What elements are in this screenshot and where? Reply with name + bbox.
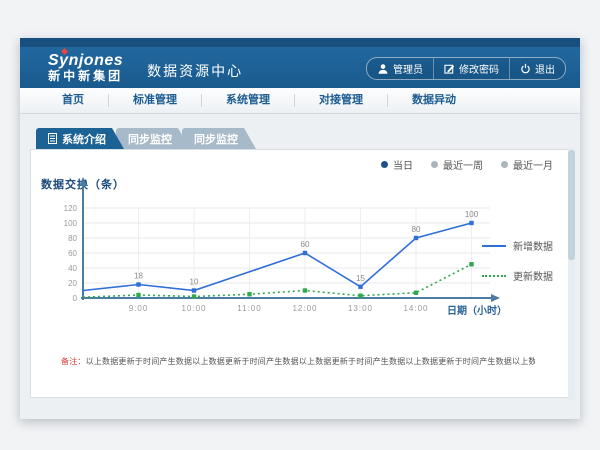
tab-system-intro[interactable]: 系统介绍 <box>36 128 124 149</box>
svg-text:18: 18 <box>134 272 143 281</box>
svg-text:12:00: 12:00 <box>292 304 317 313</box>
footer-note: 备注：以上数据更新于时间产生数据以上数据更新于时间产生数据以上数据更新于时间产生… <box>61 356 535 367</box>
brand-logo: Synjones 新中新集团 <box>48 53 123 82</box>
tab-sync-monitor-2[interactable]: 同步监控 <box>182 128 256 149</box>
admin-user-label: 管理员 <box>393 61 423 76</box>
change-password-button[interactable]: 修改密码 <box>434 58 510 79</box>
svg-text:20: 20 <box>68 279 77 288</box>
tab-bar: 系统介绍 同步监控 同步监控 <box>36 128 570 149</box>
svg-text:13:00: 13:00 <box>348 304 373 313</box>
brand-subtitle: 新中新集团 <box>48 70 123 83</box>
user-toolbar: 管理员 修改密码 退出 <box>366 57 566 80</box>
legend-updated-data-label: 更新数据 <box>513 268 553 283</box>
app-header: Synjones 新中新集团 数据资源中心 管理员 修改 <box>20 47 580 88</box>
svg-text:60: 60 <box>301 240 310 249</box>
logout-button[interactable]: 退出 <box>510 58 565 79</box>
chart-panel: 当日 最近一周 最近一月 数据交换（条） 0204060801001209:00… <box>30 149 570 398</box>
main-nav-bar: 首页 标准管理 系统管理 对接管理 数据异动 <box>20 88 580 114</box>
logout-label: 退出 <box>535 61 555 76</box>
svg-text:9:00: 9:00 <box>129 304 149 313</box>
user-icon <box>377 63 389 75</box>
nav-item-home[interactable]: 首页 <box>38 94 109 107</box>
nav-item-data-change[interactable]: 数据异动 <box>388 94 480 107</box>
svg-text:10:00: 10:00 <box>181 304 206 313</box>
legend-entry-new-data: 新增数据 <box>482 238 553 253</box>
tab-sync-monitor-1[interactable]: 同步监控 <box>116 128 190 149</box>
svg-text:日期（小时）: 日期（小时） <box>447 304 507 317</box>
legend-new-data-label: 新增数据 <box>513 238 553 253</box>
legend-entry-updated-data: 更新数据 <box>482 268 553 283</box>
svg-text:14:00: 14:00 <box>403 304 428 313</box>
solid-line-swatch-icon <box>482 245 506 247</box>
svg-text:60: 60 <box>68 249 77 258</box>
radio-dot-selected-icon <box>381 161 388 168</box>
change-password-label: 修改密码 <box>459 61 499 76</box>
footer-note-text: 以上数据更新于时间产生数据以上数据更新于时间产生数据以上数据更新于时间产生数据以… <box>86 357 535 366</box>
dotted-line-swatch-icon <box>482 275 506 277</box>
svg-text:80: 80 <box>412 225 421 234</box>
svg-text:80: 80 <box>68 234 77 243</box>
content-area: 系统介绍 同步监控 同步监控 当日 最近一周 <box>20 114 580 419</box>
chart-legend: 新增数据 更新数据 <box>482 238 553 283</box>
svg-text:40: 40 <box>68 264 77 273</box>
admin-user-button[interactable]: 管理员 <box>367 58 434 79</box>
svg-text:11:00: 11:00 <box>237 304 261 313</box>
svg-text:100: 100 <box>465 210 479 219</box>
svg-text:100: 100 <box>64 219 78 228</box>
power-icon <box>520 63 531 74</box>
svg-text:10: 10 <box>190 278 199 287</box>
tab-system-intro-label: 系统介绍 <box>62 131 106 147</box>
svg-text:0: 0 <box>73 294 78 303</box>
tab-sync-monitor-1-label: 同步监控 <box>128 131 172 147</box>
tab-sync-monitor-2-label: 同步监控 <box>194 131 238 147</box>
scrollbar[interactable] <box>568 148 575 400</box>
svg-text:120: 120 <box>64 204 78 213</box>
svg-text:15: 15 <box>356 274 365 283</box>
document-icon <box>48 133 57 144</box>
line-chart: 0 20 40 60 80 100 120 9:00 10:00 11:00 12:00 13:00 1… <box>35 170 513 332</box>
edit-icon <box>444 63 455 74</box>
nav-item-standard-management[interactable]: 标准管理 <box>109 94 202 107</box>
radio-dot-icon <box>501 161 508 168</box>
footer-note-prefix: 备注： <box>61 357 86 366</box>
radio-last-month-label: 最近一月 <box>513 157 553 172</box>
header-top-strip <box>20 38 580 47</box>
app-window: Synjones 新中新集团 数据资源中心 管理员 修改 <box>20 38 580 419</box>
scrollbar-thumb[interactable] <box>568 150 575 260</box>
desktop-background: Synjones 新中新集团 数据资源中心 管理员 修改 <box>0 0 600 450</box>
nav-item-system-management[interactable]: 系统管理 <box>202 94 295 107</box>
page-title: 数据资源中心 <box>147 55 243 81</box>
radio-dot-icon <box>431 161 438 168</box>
nav-item-interface-management[interactable]: 对接管理 <box>295 94 388 107</box>
brand-name: Synjones <box>48 53 123 70</box>
